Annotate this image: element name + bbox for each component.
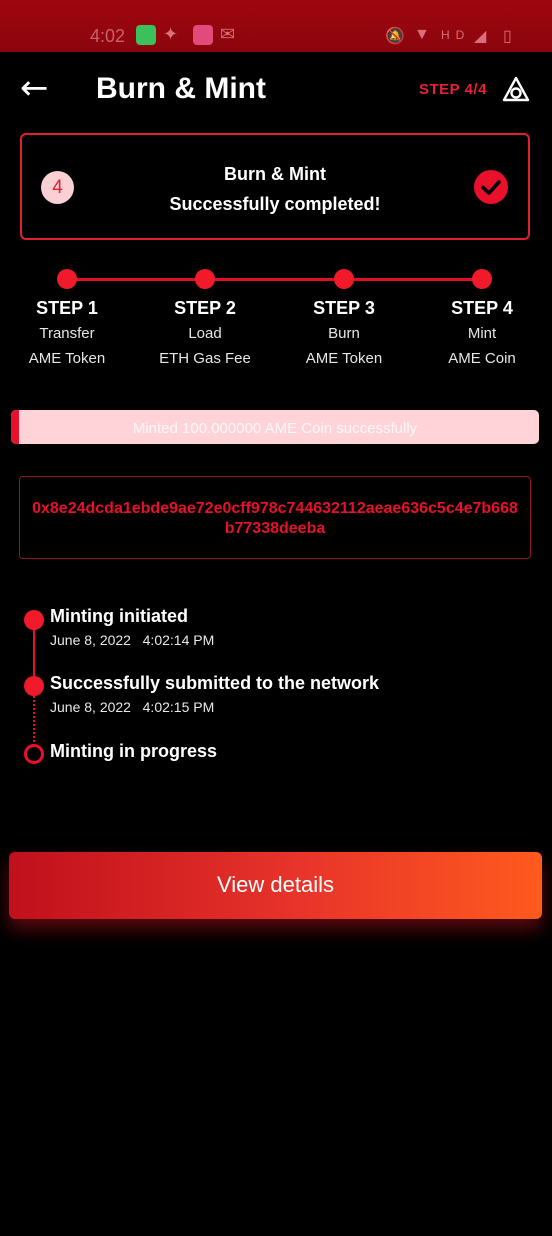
step-heading: STEP 4: [451, 298, 513, 318]
step-4: STEP 4 Mint AME Coin: [422, 298, 542, 367]
mint-progress-bar: Minted 100.000000 AME Coin successfully: [11, 410, 539, 444]
feather-app-icon: ✦: [163, 24, 179, 44]
step-subject: AME Token: [305, 350, 383, 367]
step-indicator: STEP 4/4: [419, 81, 487, 98]
timeline-date: June 8, 2022: [50, 699, 131, 715]
transaction-hash[interactable]: 0x8e24dcda1ebde9ae72e0cff978c744632112ae…: [28, 499, 522, 539]
view-details-button[interactable]: View details: [9, 852, 542, 919]
stepper-dot: [334, 269, 354, 289]
timeline-timestamp: June 8, 2022 4:02:15 PM: [50, 699, 214, 715]
wifi-icon: ▼: [414, 26, 436, 43]
timeline-connector-dotted: [33, 696, 35, 746]
step-action: Transfer: [39, 325, 95, 342]
upload-app-icon: [136, 25, 156, 45]
timeline-title: Minting initiated: [50, 606, 188, 626]
timeline-dot-done: [24, 610, 44, 630]
step-heading: STEP 2: [174, 298, 236, 318]
stepper-dot: [195, 269, 215, 289]
page-title: Burn & Mint: [96, 72, 266, 105]
timeline-title: Minting in progress: [50, 741, 218, 761]
card-title: Burn & Mint: [224, 164, 326, 184]
video-app-icon: [193, 25, 213, 45]
status-bar: 4:02 ✦ ✉ 🔕 ▼ HD ◢ ▯: [0, 0, 552, 52]
battery-icon: ▯: [503, 28, 518, 45]
timeline-timestamp: June 8, 2022 4:02:14 PM: [50, 632, 214, 648]
step-heading: STEP 3: [313, 298, 375, 318]
step-action: Burn: [328, 325, 360, 342]
step-subject: ETH Gas Fee: [159, 350, 251, 367]
progress-text: Minted 100.000000 AME Coin successfully: [132, 420, 418, 437]
step-1: STEP 1 Transfer AME Token: [7, 298, 127, 367]
view-details-label: View details: [217, 872, 334, 897]
step-3: STEP 3 Burn AME Token: [284, 298, 404, 367]
stepper-line: [67, 278, 482, 281]
timeline-title: Successfully submitted to the network: [50, 673, 380, 693]
step-subject: AME Coin: [448, 350, 516, 367]
step-subject: AME Token: [28, 350, 106, 367]
back-arrow-icon[interactable]: ←: [20, 70, 49, 106]
check-circle-icon: [474, 170, 508, 204]
timeline-dot-done: [24, 676, 44, 696]
gmail-icon: ✉: [220, 24, 236, 44]
step-heading: STEP 1: [36, 298, 98, 318]
stepper-dot: [57, 269, 77, 289]
brand-logo-icon[interactable]: [502, 76, 530, 104]
signal-icon: ◢: [474, 28, 493, 45]
timeline-time: 4:02:15 PM: [142, 699, 215, 715]
status-time: 4:02: [90, 26, 126, 46]
completion-card: 4 Burn & Mint Successfully completed!: [20, 133, 530, 240]
mute-icon: 🔕: [385, 28, 411, 45]
timeline-date: June 8, 2022: [50, 632, 131, 648]
step-2: STEP 2 Load ETH Gas Fee: [145, 298, 265, 367]
timeline-time: 4:02:14 PM: [142, 632, 215, 648]
card-status-text: Successfully completed!: [169, 194, 381, 214]
step-action: Load: [188, 325, 222, 342]
timeline-dot-pending: [24, 744, 44, 764]
hd-icon: HD: [441, 28, 471, 42]
transaction-hash-box[interactable]: 0x8e24dcda1ebde9ae72e0cff978c744632112ae…: [19, 476, 531, 559]
step-action: Mint: [467, 325, 497, 342]
stepper-dot: [472, 269, 492, 289]
